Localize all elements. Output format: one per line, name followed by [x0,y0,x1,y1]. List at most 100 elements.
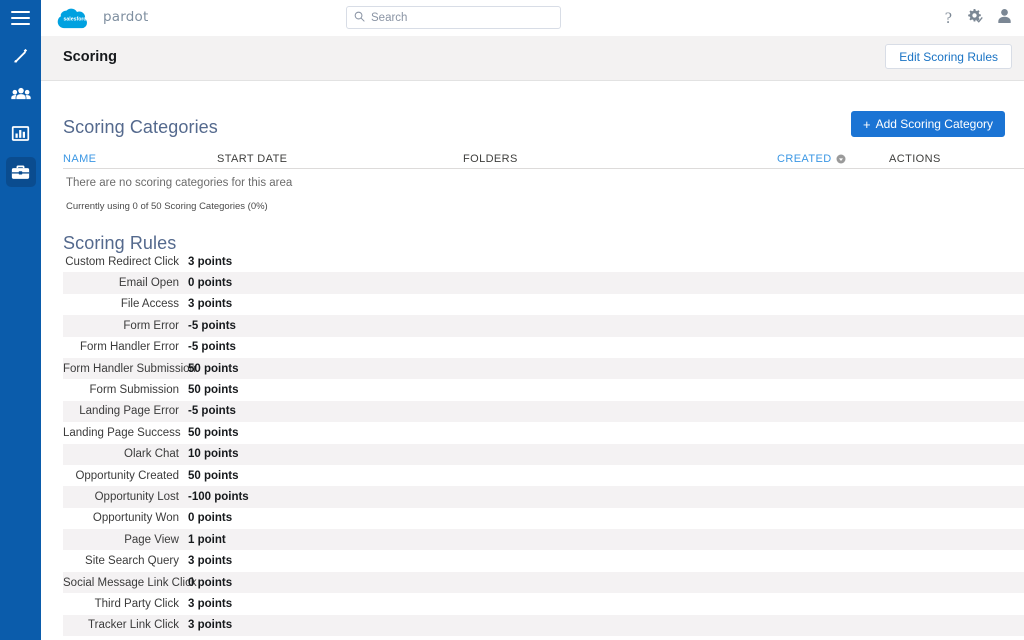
svg-text:salesforce: salesforce [64,16,90,22]
scoring-rule-value: 50 points [188,426,239,439]
scoring-rule-label: Opportunity Created [75,469,179,482]
scoring-rule-label: Third Party Click [94,597,179,610]
scoring-rule-row: Opportunity Created 50 points [63,465,1024,486]
scoring-rule-row: Email Open 0 points [63,272,1024,294]
main-content: Scoring Categories + Add Scoring Categor… [41,81,1024,640]
scoring-rule-label: Opportunity Lost [94,490,179,503]
scoring-rule-row: Landing Page Success 50 points [63,422,1024,443]
scoring-rule-value: 3 points [188,555,233,568]
column-header-created[interactable]: CREATED [777,153,889,165]
person-icon [997,8,1012,29]
scoring-rule-row: Landing Page Error -5 points [63,400,1024,423]
usage-message: Currently using 0 of 50 Scoring Categori… [66,201,268,212]
scoring-rule-value: 0 points [188,576,233,589]
column-header-folders: FOLDERS [463,153,518,165]
sidebar-item-reports[interactable] [0,114,41,152]
scoring-rule-label: Custom Redirect Click [65,255,179,268]
user-profile-button[interactable] [997,8,1012,29]
scoring-rule-row: Form Handler Error -5 points [63,337,1024,358]
scoring-rule-value: 3 points [188,255,233,268]
scoring-rule-row: Page View 1 point [63,529,1024,551]
scoring-rule-value: 10 points [188,448,239,461]
edit-scoring-rules-button[interactable]: Edit Scoring Rules [885,44,1012,69]
scoring-rule-label: Tracker Link Click [88,619,179,632]
scoring-rule-label: Landing Page Success [63,426,181,439]
global-search[interactable] [346,6,561,29]
scoring-rule-label: Landing Page Error [79,405,179,418]
scoring-rule-label: Form Error [123,319,179,332]
gear-icon [966,8,983,29]
sidebar-item-prospects[interactable] [0,75,41,113]
bar-chart-icon [11,124,30,143]
scoring-rule-row: Custom Redirect Click 3 points [63,251,1024,272]
scoring-rules-list: Custom Redirect Click 3 points Email Open 0… [63,251,1024,637]
page-title: Scoring [63,49,117,65]
table-header-row: NAME START DATE FOLDERS CREATED ACTIONS [63,147,1024,169]
scoring-rule-row: Form Handler Submission 50 points [63,357,1024,380]
scoring-rule-value: 50 points [188,469,239,482]
scoring-rule-label: Form Submission [89,384,179,397]
scoring-rule-label: Form Handler Error [79,341,179,354]
column-header-name[interactable]: NAME [63,153,217,165]
plus-icon: + [863,116,871,132]
search-icon [354,9,371,27]
scoring-rule-value: 1 point [188,533,226,546]
scoring-rule-row: Third Party Click 3 points [63,593,1024,614]
scoring-rule-value: -5 points [188,319,236,332]
sort-circle-icon [836,154,846,164]
empty-state-message: There are no scoring categories for this… [66,177,293,189]
scoring-rule-label: Email Open [118,277,179,290]
column-header-start-date: START DATE [217,153,288,165]
hamburger-icon [11,7,30,29]
scoring-rule-label: Page View [124,533,179,546]
search-input[interactable] [371,11,553,24]
add-scoring-category-label: Add Scoring Category [875,117,993,131]
rail-item-list [0,36,41,192]
left-nav-rail [0,0,41,640]
scoring-rule-label: Form Handler Submission [63,362,196,375]
scoring-rule-value: 0 points [188,277,233,290]
scoring-rule-value: 50 points [188,384,239,397]
scoring-rule-label: Site Search Query [85,555,179,568]
salesforce-cloud-logo: salesforce [52,5,98,29]
scoring-rule-row: Social Message Link Click 0 points [63,571,1024,594]
help-button[interactable]: ? [944,9,952,27]
app-root: salesforce pardot ? [0,0,1024,640]
top-bar-actions: ? [945,8,1012,29]
briefcase-icon [11,163,30,181]
setup-button[interactable] [966,8,983,29]
page-header-bar: Scoring Edit Scoring Rules [41,36,1024,81]
add-scoring-category-button[interactable]: + Add Scoring Category [851,111,1005,137]
scoring-rule-row: File Access 3 points [63,294,1024,315]
scoring-rule-row: Form Error -5 points [63,315,1024,337]
scoring-rule-value: 50 points [188,362,239,375]
column-header-actions: ACTIONS [889,153,941,165]
people-group-icon [10,85,31,104]
scoring-rule-value: 3 points [188,619,233,632]
scoring-rule-row: Opportunity Won 0 points [63,508,1024,529]
scoring-rule-row: Opportunity Lost -100 points [63,486,1024,508]
hamburger-menu-button[interactable] [0,0,41,36]
top-bar: salesforce pardot ? [41,0,1024,36]
scoring-rule-row: Form Submission 50 points [63,379,1024,400]
scoring-rule-value: 3 points [188,597,233,610]
scoring-rule-row: Tracker Link Click 3 points [63,614,1024,637]
scoring-rule-value: 3 points [188,298,233,311]
question-mark-icon: ? [944,9,952,27]
scoring-categories-heading: Scoring Categories [63,116,218,137]
sidebar-item-marketing[interactable] [0,36,41,74]
brand-name: pardot [103,9,149,25]
scoring-rule-value: -5 points [188,341,236,354]
wand-icon [11,46,30,65]
scoring-rule-label: Opportunity Won [92,512,179,525]
column-header-created-label: CREATED [777,153,832,165]
scoring-rule-label: File Access [120,298,179,311]
sidebar-item-admin[interactable] [0,153,41,191]
scoring-rule-value: -5 points [188,405,236,418]
scoring-rule-value: -100 points [188,490,249,503]
scoring-rule-value: 0 points [188,512,233,525]
scoring-rule-row: Site Search Query 3 points [63,550,1024,571]
brand-logo[interactable]: salesforce pardot [52,5,148,29]
scoring-rule-label: Olark Chat [124,448,179,461]
scoring-rule-row: Olark Chat 10 points [63,443,1024,465]
